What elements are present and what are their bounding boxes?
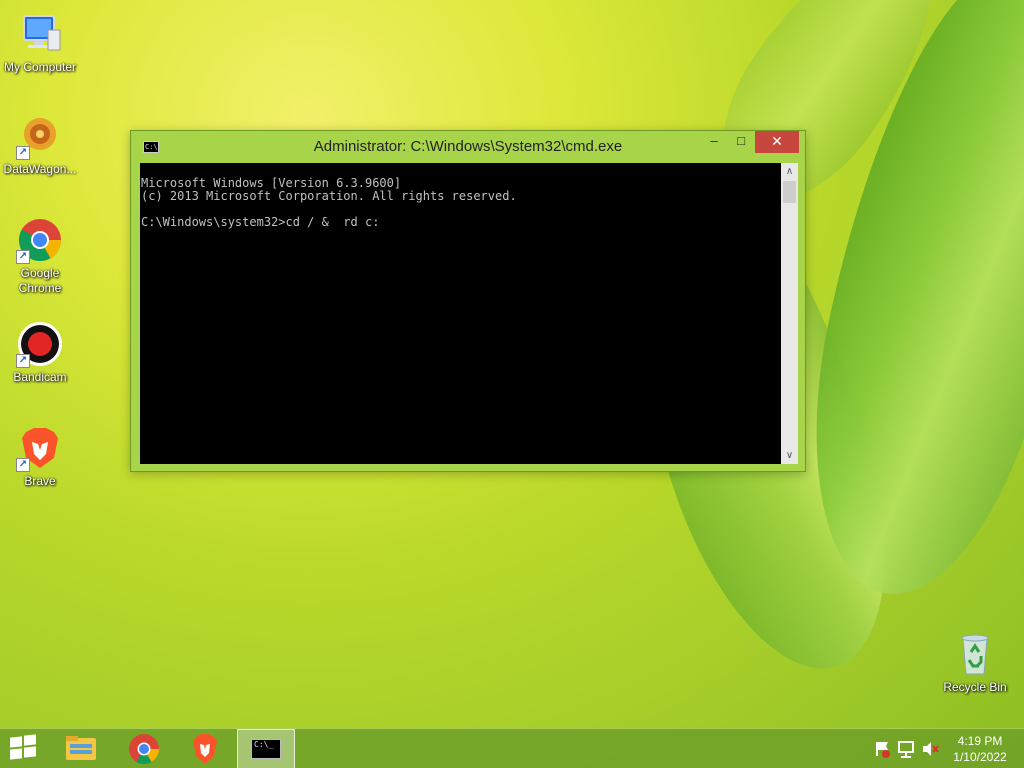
scroll-up-button[interactable]: ∧ — [781, 163, 798, 180]
cmd-titlebar[interactable]: C:\ Administrator: C:\Windows\System32\c… — [131, 131, 805, 163]
close-button[interactable]: ✕ — [755, 131, 799, 153]
shortcut-arrow-icon: ↗ — [16, 146, 30, 160]
scroll-down-button[interactable]: ∨ — [781, 447, 798, 464]
desktop-icon-my-computer[interactable]: My Computer — [0, 10, 80, 75]
cmd-icon: C:\_ — [251, 739, 281, 759]
desktop-icon-brave[interactable]: ↗ Brave — [0, 424, 80, 489]
desktop-icon-recycle-bin[interactable]: Recycle Bin — [935, 630, 1015, 695]
windows-logo-icon — [10, 736, 22, 748]
desktop-icon-bandicam[interactable]: ↗ Bandicam — [0, 320, 80, 385]
console-output[interactable]: Microsoft Windows [Version 6.3.9600] (c) … — [140, 163, 781, 464]
clock-date: 1/10/2022 — [953, 750, 1007, 764]
windows-logo-pane — [24, 734, 36, 746]
windows-logo-pane — [10, 748, 22, 760]
shortcut-arrow-icon: ↗ — [16, 250, 30, 264]
tray-flag-icon[interactable] — [872, 729, 892, 768]
datawagon-icon: ↗ — [16, 112, 64, 160]
shortcut-arrow-icon: ↗ — [16, 458, 30, 472]
chrome-icon: ↗ — [16, 216, 64, 264]
tray-network-icon[interactable] — [896, 729, 916, 768]
desktop-icon-google-chrome[interactable]: ↗ Google Chrome — [0, 216, 80, 296]
taskbar-file-explorer[interactable] — [52, 729, 110, 768]
chrome-icon — [129, 734, 159, 765]
clock-time: 4:19 PM — [957, 734, 1003, 748]
scroll-thumb[interactable] — [783, 181, 796, 203]
brave-icon — [193, 734, 217, 764]
console-prompt-line: C:\Windows\system32>cd / & rd c: — [141, 215, 380, 229]
brave-icon: ↗ — [16, 424, 64, 472]
computer-icon — [16, 10, 64, 58]
shortcut-arrow-icon: ↗ — [16, 354, 30, 368]
console-line: (c) 2013 Microsoft Corporation. All righ… — [141, 189, 517, 203]
windows-logo-pane — [24, 746, 36, 758]
taskbar: C:\_ 4:19 PM 1/10/2022 — [0, 728, 1024, 768]
recycle-bin-icon — [951, 630, 999, 678]
console-scrollbar[interactable]: ∧ ∨ — [781, 163, 798, 464]
folder-icon — [66, 736, 96, 760]
tray-volume-muted-icon[interactable] — [920, 729, 940, 768]
minimize-button[interactable]: – — [701, 131, 727, 153]
taskbar-google-chrome[interactable] — [115, 729, 173, 768]
cmd-window[interactable]: C:\ Administrator: C:\Windows\System32\c… — [130, 130, 806, 472]
desktop-icon-datawagon[interactable]: ↗ DataWagon... — [0, 112, 80, 177]
system-clock[interactable]: 4:19 PM 1/10/2022 — [940, 733, 1020, 765]
bandicam-icon: ↗ — [16, 320, 64, 368]
start-button[interactable] — [10, 734, 38, 761]
taskbar-brave[interactable] — [176, 729, 234, 768]
taskbar-command-prompt[interactable]: C:\_ — [237, 729, 295, 768]
maximize-button[interactable]: □ — [728, 131, 754, 153]
